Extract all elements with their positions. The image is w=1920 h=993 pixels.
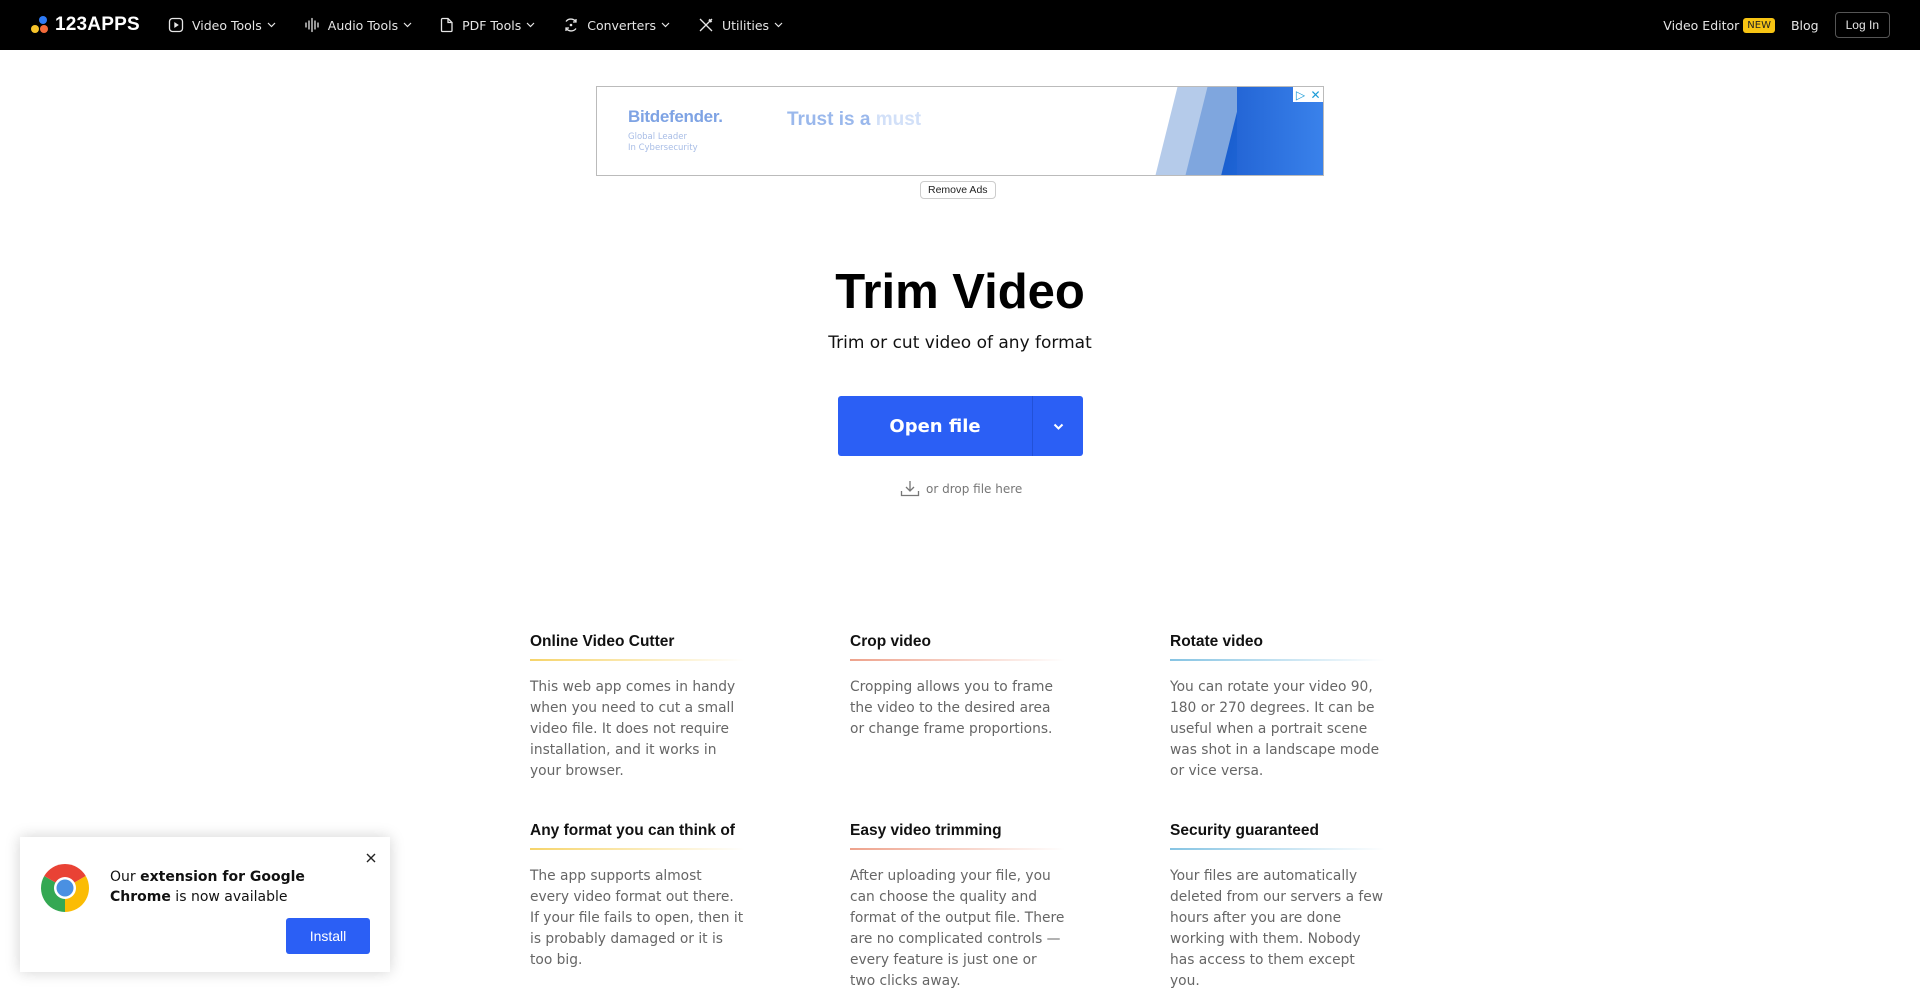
ad-brand: Bitdefender. — [628, 107, 723, 126]
feature-title: Crop video — [850, 633, 931, 650]
feature-text: After uploading your file, you can choos… — [850, 868, 1065, 989]
feature-divider — [850, 659, 1065, 661]
close-icon[interactable] — [364, 851, 378, 865]
nav-label: Audio Tools — [327, 17, 399, 33]
nav-utilities[interactable]: Utilities — [698, 17, 783, 33]
video-editor-link[interactable]: Video Editor NEW — [1663, 17, 1775, 33]
nav-label: PDF Tools — [462, 17, 522, 33]
top-navigation-bar: 123APPS Video Tools Audio Tools PDF Tool… — [0, 0, 1920, 50]
logo-text: 123APPS — [55, 14, 140, 35]
feature-text: Your files are automatically deleted fro… — [1170, 868, 1384, 989]
feature-divider — [1170, 659, 1385, 661]
chevron-down-icon — [403, 22, 412, 28]
feature-divider — [1170, 848, 1385, 850]
feature-easy-trimming: Easy video trimming After uploading your… — [850, 822, 1065, 992]
chrome-popup-message: Our extension for Google Chrome is now a… — [110, 867, 340, 907]
feature-title: Online Video Cutter — [530, 633, 675, 650]
feature-title: Any format you can think of — [530, 822, 735, 839]
ad-headline: Trust is a must — [787, 109, 921, 131]
video-editor-label: Video Editor — [1663, 17, 1740, 33]
page-title: Trim Video — [835, 265, 1085, 319]
document-icon — [440, 17, 453, 33]
ad-close-icon[interactable]: ✕ — [1308, 87, 1323, 102]
tools-icon — [699, 18, 713, 32]
feature-text: Cropping allows you to frame the video t… — [850, 679, 1053, 737]
feature-rotate-video: Rotate video You can rotate your video 9… — [1170, 633, 1385, 782]
feature-text: This web app comes in handy when you nee… — [530, 679, 736, 779]
nav-audio-tools[interactable]: Audio Tools — [304, 17, 412, 33]
chevron-down-icon — [1053, 423, 1063, 430]
ad-controls: ▷ ✕ — [1293, 87, 1323, 102]
feature-divider — [850, 848, 1065, 850]
message-prefix: Our — [110, 869, 141, 885]
new-badge: NEW — [1743, 17, 1775, 33]
chrome-extension-popup: Our extension for Google Chrome is now a… — [20, 837, 390, 972]
install-extension-button[interactable]: Install — [286, 918, 370, 954]
open-file-dropdown-button[interactable] — [1033, 396, 1083, 456]
nav-video-tools[interactable]: Video Tools — [168, 17, 276, 33]
chrome-logo-icon — [41, 864, 89, 912]
main-nav: Video Tools Audio Tools PDF Tools Conver… — [168, 0, 811, 50]
feature-text: You can rotate your video 90, 180 or 270… — [1170, 679, 1380, 779]
ad-tagline-line: In Cybersecurity — [628, 143, 698, 153]
right-nav: Video Editor NEW Blog Log In — [1663, 0, 1890, 50]
feature-divider — [530, 848, 745, 850]
ad-headline-main: Trust is a — [787, 109, 871, 130]
play-square-icon — [168, 17, 184, 33]
logo-dots-icon — [30, 15, 50, 35]
drop-zone-hint: or drop file here — [900, 480, 1022, 498]
logo[interactable]: 123APPS — [30, 14, 140, 36]
audio-wave-icon — [305, 17, 319, 33]
feature-online-video-cutter: Online Video Cutter This web app comes i… — [530, 633, 745, 782]
ad-tagline: Global Leader In Cybersecurity — [628, 132, 698, 154]
nav-label: Video Tools — [192, 17, 262, 33]
page-subtitle: Trim or cut video of any format — [828, 333, 1092, 353]
download-tray-icon — [900, 481, 920, 497]
chevron-down-icon — [661, 22, 670, 28]
adchoices-icon[interactable]: ▷ — [1293, 87, 1308, 102]
open-file-button[interactable]: Open file — [838, 396, 1033, 456]
ad-tagline-line: Global Leader — [628, 132, 687, 142]
nav-converters[interactable]: Converters — [563, 17, 670, 33]
feature-title: Security guaranteed — [1170, 822, 1320, 839]
advertisement-banner[interactable]: Bitdefender. Global Leader In Cybersecur… — [596, 86, 1324, 176]
feature-security: Security guaranteed Your files are autom… — [1170, 822, 1385, 992]
chevron-down-icon — [774, 22, 783, 28]
chevron-down-icon — [526, 22, 535, 28]
remove-ads-button[interactable]: Remove Ads — [920, 181, 996, 199]
feature-title: Rotate video — [1170, 633, 1264, 650]
nav-label: Utilities — [722, 17, 770, 33]
feature-text: The app supports almost every video form… — [530, 868, 744, 968]
convert-cycle-icon — [565, 18, 577, 32]
login-button[interactable]: Log In — [1834, 12, 1890, 38]
drop-hint-text: or drop file here — [926, 482, 1023, 496]
open-file-button-group: Open file — [838, 396, 1083, 456]
feature-crop-video: Crop video Cropping allows you to frame … — [850, 633, 1065, 740]
nav-pdf-tools[interactable]: PDF Tools — [440, 17, 535, 33]
message-suffix: is now available — [170, 889, 288, 905]
chevron-down-icon — [267, 22, 276, 28]
feature-title: Easy video trimming — [850, 822, 1002, 839]
nav-label: Converters — [587, 17, 656, 33]
feature-any-format: Any format you can think of The app supp… — [530, 822, 745, 971]
feature-divider — [530, 659, 745, 661]
blog-link[interactable]: Blog — [1791, 18, 1819, 33]
ad-headline-faded: must — [875, 109, 922, 130]
